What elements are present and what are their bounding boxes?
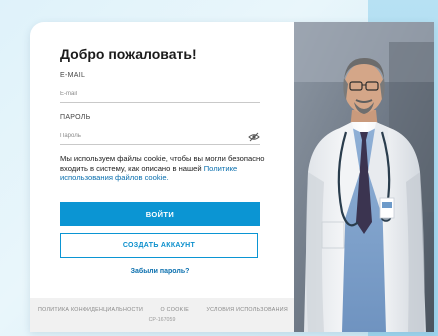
footer-code: CP-167059	[148, 317, 176, 323]
doctor-photo	[294, 22, 434, 332]
eye-slash-icon[interactable]	[248, 129, 260, 142]
password-label: ПАРОЛЬ	[60, 114, 91, 121]
cookie-notice: Мы используем файлы cookie, чтобы вы мог…	[60, 154, 270, 183]
email-label: E-MAIL	[60, 72, 86, 79]
page-title: Добро пожаловать!	[60, 46, 197, 62]
login-card: Добро пожаловать! E-MAIL ПАРОЛЬ Мы испол…	[30, 22, 434, 332]
footer: ПОЛИТИКА КОНФИДЕНЦИАЛЬНОСТИ О COOKIE УСЛ…	[30, 298, 294, 332]
about-cookie-link[interactable]: О COOKIE	[160, 307, 189, 313]
footer-links: ПОЛИТИКА КОНФИДЕНЦИАЛЬНОСТИ О COOKIE УСЛ…	[38, 307, 288, 313]
password-field[interactable]	[60, 128, 260, 145]
privacy-policy-link[interactable]: ПОЛИТИКА КОНФИДЕНЦИАЛЬНОСТИ	[38, 307, 143, 313]
email-field[interactable]	[60, 86, 260, 103]
terms-of-use-link[interactable]: УСЛОВИЯ ИСПОЛЬЗОВАНИЯ	[206, 307, 288, 313]
login-button[interactable]: ВОЙТИ	[60, 202, 260, 226]
login-form: Добро пожаловать! E-MAIL ПАРОЛЬ Мы испол…	[30, 22, 294, 332]
forgot-password-link[interactable]: Забыли пароль?	[60, 268, 260, 275]
create-account-button[interactable]: СОЗДАТЬ АККАУНТ	[60, 233, 258, 258]
